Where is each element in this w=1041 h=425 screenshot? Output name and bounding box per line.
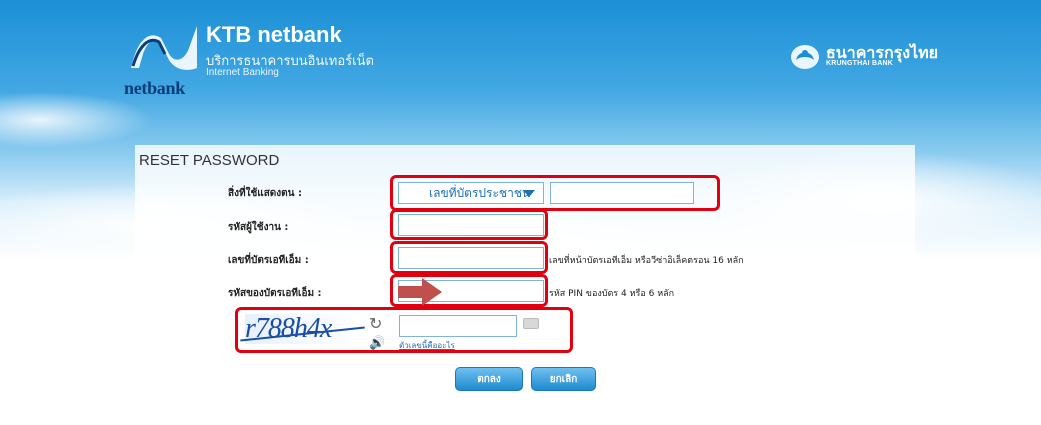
- netbank-logo-text: netbank: [124, 78, 185, 98]
- atm-card-hint: เลขที่หน้าบัตรเอทีเอ็ม หรือวีซ่าอิเล็คตร…: [549, 256, 744, 266]
- cancel-button[interactable]: ยกเลิก: [531, 367, 596, 391]
- highlight-box-id: [390, 175, 720, 211]
- atm-card-label: เลขที่บัตรเอทีเอ็ม :: [228, 255, 309, 266]
- brand-title: KTB netbank: [206, 22, 342, 47]
- ktb-logo-icon: [131, 26, 197, 70]
- username-label: รหัสผู้ใช้งาน :: [228, 222, 289, 233]
- id-type-label: สิ่งที่ใช้แสดงตน :: [228, 188, 302, 199]
- page-title: RESET PASSWORD: [139, 152, 280, 169]
- highlight-box-username: [390, 209, 548, 240]
- brand-subtitle-english: Internet Banking: [206, 67, 279, 78]
- bank-name-english: KRUNGTHAI BANK: [826, 60, 893, 67]
- highlight-box-captcha: [235, 307, 573, 353]
- atm-pin-label: รหัสของบัตรเอทีเอ็ม :: [228, 288, 322, 299]
- atm-pin-hint: รหัส PIN ของบัตร 4 หรือ 6 หลัก: [549, 289, 675, 299]
- highlight-box-atm-card: [390, 241, 548, 274]
- ok-button[interactable]: ตกลง: [455, 367, 523, 391]
- krungthai-logo-icon: [791, 45, 819, 69]
- pointer-arrow-icon: [398, 278, 442, 306]
